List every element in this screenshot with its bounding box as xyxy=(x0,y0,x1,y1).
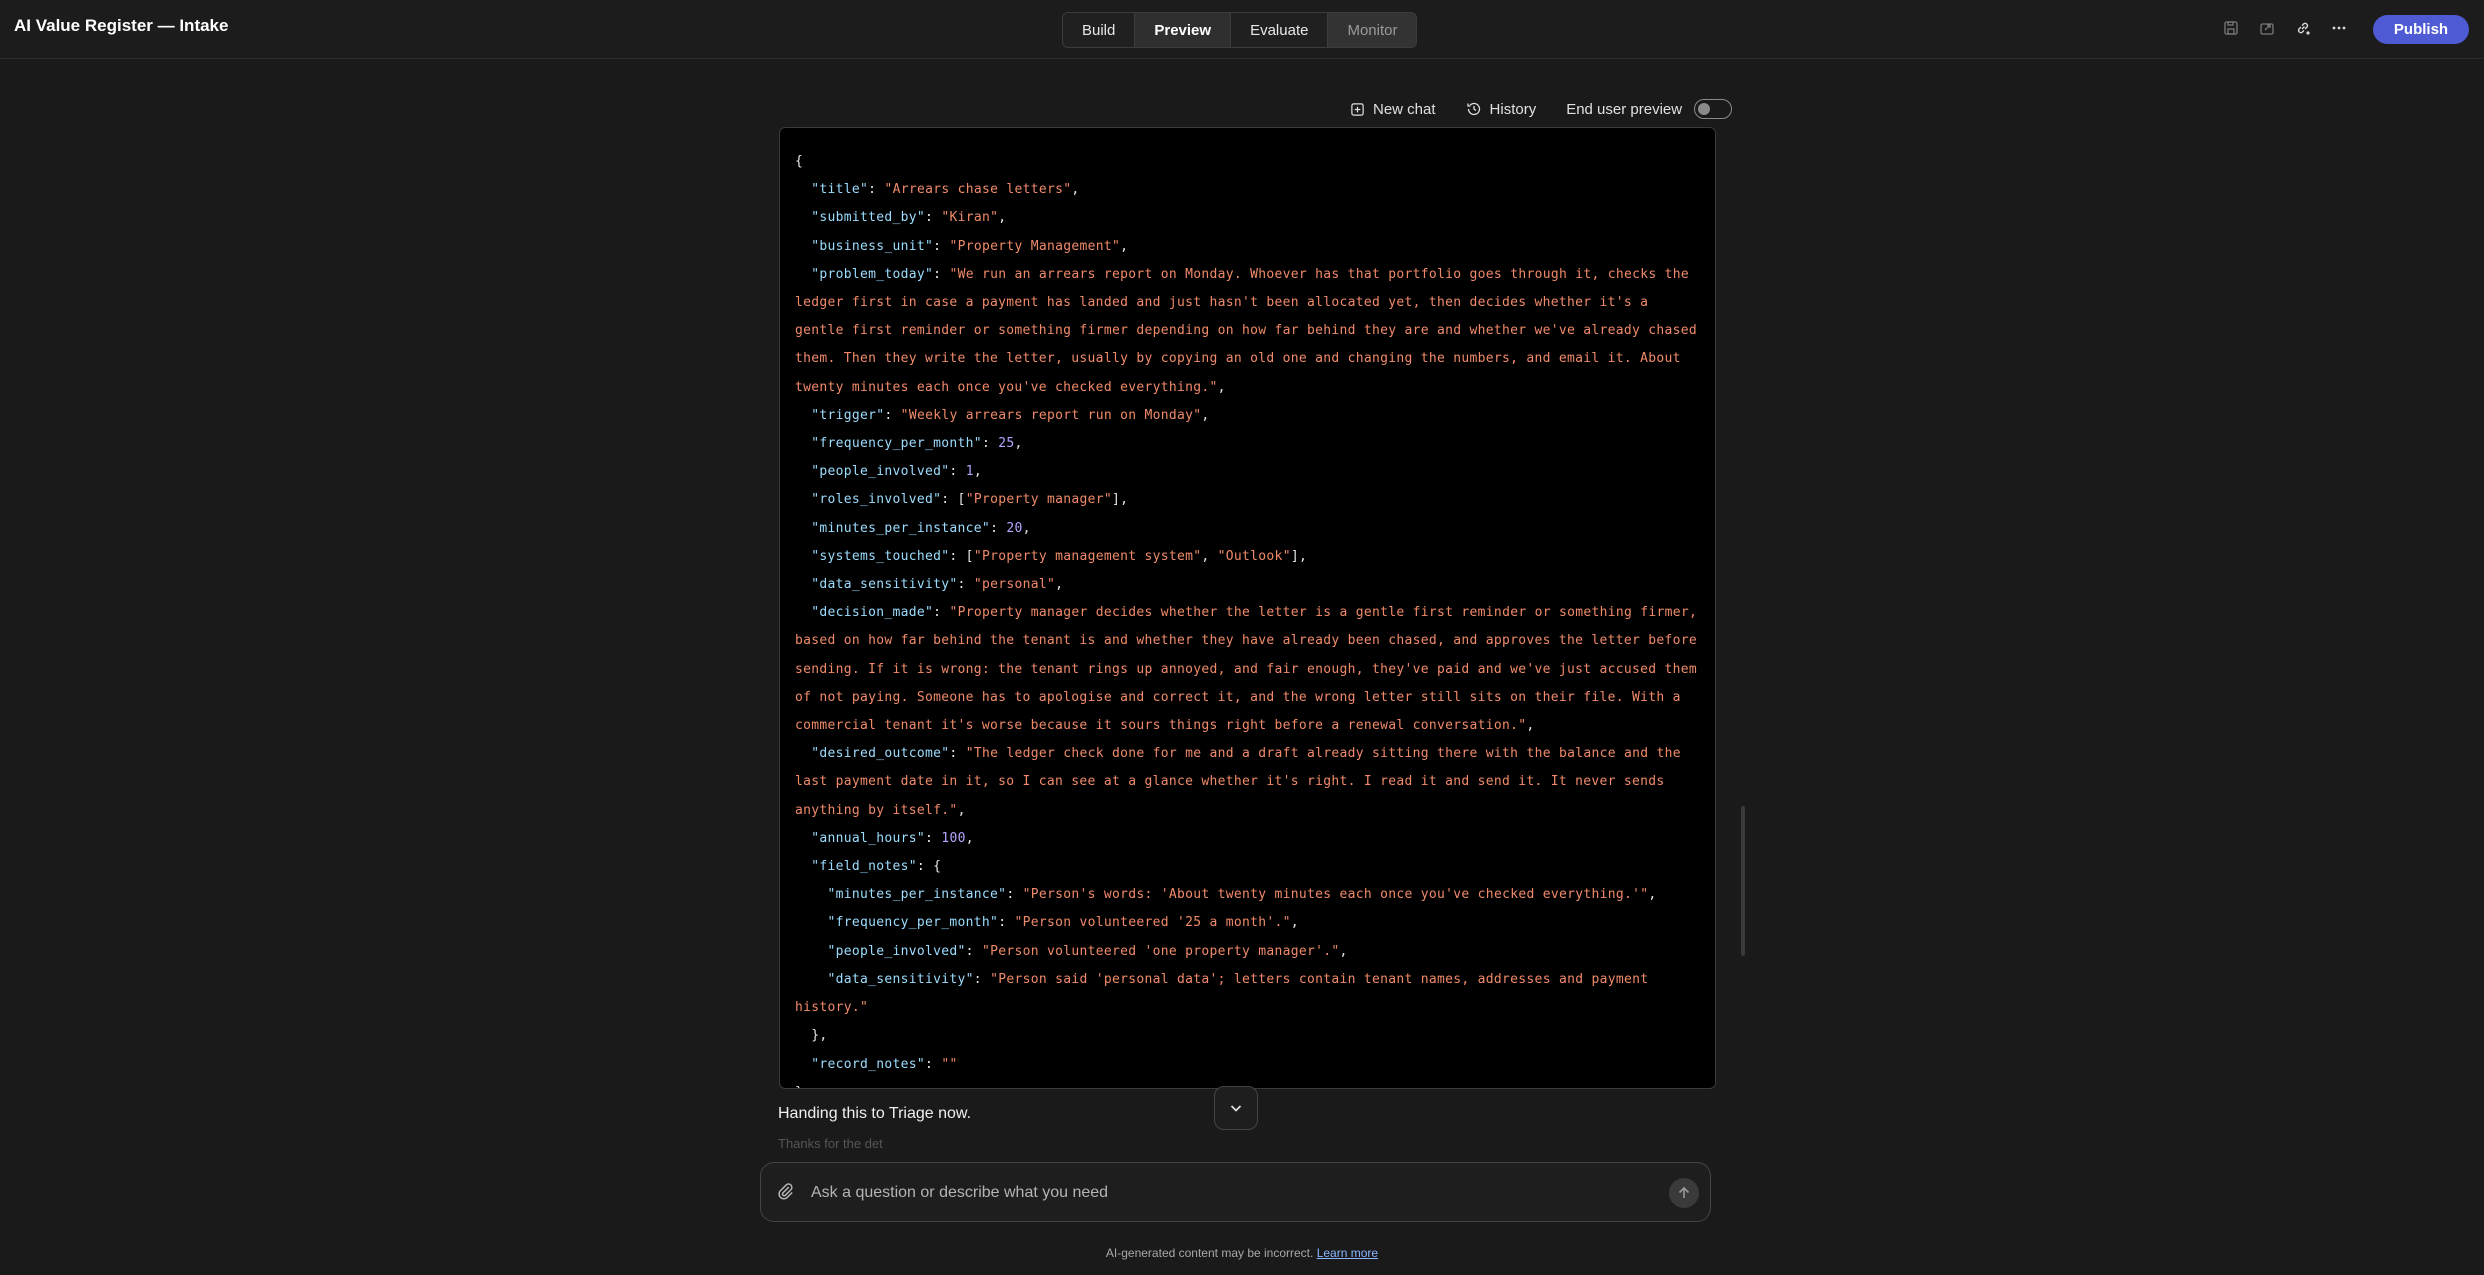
link-icon[interactable] xyxy=(2292,16,2314,40)
note-minutes: Person's words: 'About twenty minutes ea… xyxy=(1030,887,1641,903)
val-role-0: Property manager xyxy=(973,492,1104,508)
val-decision-made: Property manager decides whether the let… xyxy=(795,605,1706,734)
val-system-0: Property management system xyxy=(981,548,1194,564)
json-code: { "title": "Arrears chase letters", "sub… xyxy=(795,154,1706,1088)
chevron-down-icon xyxy=(1230,1105,1242,1112)
top-bar: AI Value Register — Intake Build Preview… xyxy=(0,0,2484,59)
new-chat-icon xyxy=(1351,102,1364,116)
assistant-message-continued: Thanks for the det xyxy=(778,1136,883,1151)
share-icon[interactable] xyxy=(2256,16,2278,40)
note-frequency: Person volunteered '25 a month'. xyxy=(1022,915,1283,931)
note-people: Person volunteered 'one property manager… xyxy=(990,943,1332,959)
val-business-unit: Property Management xyxy=(957,238,1112,254)
tab-preview[interactable]: Preview xyxy=(1135,13,1232,47)
scrollbar-track[interactable] xyxy=(1740,127,1745,1137)
composer xyxy=(760,1162,1711,1222)
val-data-sensitivity: personal xyxy=(981,577,1047,593)
val-submitted-by: Kiran xyxy=(949,210,991,226)
mode-tabs: Build Preview Evaluate Monitor xyxy=(1062,12,1418,48)
learn-more-link[interactable]: Learn more xyxy=(1317,1246,1378,1260)
tab-build[interactable]: Build xyxy=(1063,13,1136,47)
disclaimer-text: AI-generated content may be incorrect. xyxy=(1105,1246,1314,1260)
end-user-preview-toggle[interactable] xyxy=(1694,99,1733,119)
val-problem-today: We run an arrears report on Monday. Whoe… xyxy=(795,266,1706,395)
save-icon[interactable] xyxy=(2220,16,2242,40)
val-trigger: Weekly arrears report run on Monday xyxy=(908,407,1194,423)
end-user-preview-label: End user preview xyxy=(1566,100,1683,118)
json-code-block: { "title": "Arrears chase letters", "sub… xyxy=(779,127,1716,1089)
end-user-preview: End user preview xyxy=(1566,99,1733,119)
chat-input[interactable] xyxy=(811,1179,1631,1207)
scrollbar-thumb[interactable] xyxy=(1741,806,1745,956)
send-button[interactable] xyxy=(1669,1178,1699,1208)
val-minutes: 20 xyxy=(1006,520,1023,536)
toggle-knob xyxy=(1698,103,1711,115)
toolbar-icons xyxy=(2220,16,2350,40)
disclaimer: AI-generated content may be incorrect. L… xyxy=(0,1246,2484,1260)
arrow-up-icon xyxy=(1678,1186,1690,1198)
assistant-message: Handing this to Triage now. xyxy=(778,1105,972,1122)
history-label: History xyxy=(1489,100,1537,118)
more-icon[interactable] xyxy=(2328,16,2350,40)
val-system-1: Outlook xyxy=(1225,548,1283,564)
new-chat-label: New chat xyxy=(1373,100,1436,118)
tab-monitor[interactable]: Monitor xyxy=(1328,13,1417,47)
history-icon xyxy=(1466,102,1480,116)
history-button[interactable]: History xyxy=(1466,100,1537,118)
attach-icon[interactable] xyxy=(777,1182,795,1205)
publish-button[interactable]: Publish xyxy=(2373,15,2469,44)
tab-evaluate[interactable]: Evaluate xyxy=(1231,13,1329,47)
app-title: AI Value Register — Intake xyxy=(14,16,229,35)
val-people-involved: 1 xyxy=(965,464,974,480)
val-annual-hours: 100 xyxy=(941,830,966,846)
scroll-to-bottom-button[interactable] xyxy=(1214,1086,1258,1130)
chat-toolbar: New chat History End user preview xyxy=(1350,96,1733,122)
val-frequency: 25 xyxy=(998,436,1015,452)
val-title: Arrears chase letters xyxy=(892,182,1064,198)
new-chat-button[interactable]: New chat xyxy=(1350,101,1436,118)
